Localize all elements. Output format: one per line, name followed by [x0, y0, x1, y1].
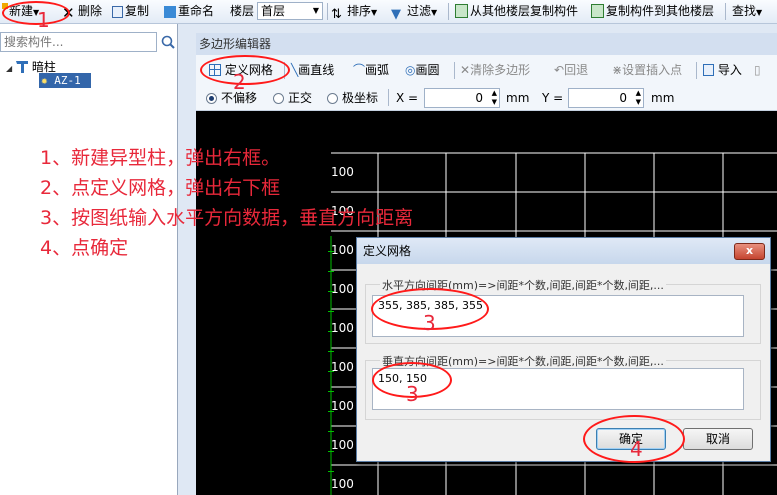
tree-node-az1[interactable]: ✹ AZ-1 — [39, 73, 91, 88]
rename-icon — [164, 6, 176, 18]
grid-label: 100 — [331, 360, 354, 374]
annotation-number: 3 — [423, 311, 436, 335]
copy-from-floor-button[interactable]: 从其他楼层复制构件 — [455, 0, 578, 23]
x-label: X = — [396, 91, 419, 105]
clear-polygon-button[interactable]: ✕清除多边形 — [460, 55, 530, 85]
annotation-step-2: 2、点定义网格，弹出右下框 — [40, 177, 281, 199]
search-input[interactable]: 搜索构件... — [0, 32, 157, 52]
annotation-step-3: 3、按图纸输入水平方向数据，垂直方向距离 — [40, 207, 414, 229]
grid-label: 100 — [331, 165, 354, 179]
separator — [327, 3, 328, 20]
grid-label: 100 — [331, 282, 354, 296]
x-input[interactable]: 0 ▲ ▼ — [424, 88, 500, 108]
filter-button[interactable]: ▼ 过滤▼ — [391, 0, 437, 23]
y-unit: mm — [651, 91, 675, 105]
import-icon — [703, 64, 714, 76]
copy-to-floor-icon — [591, 4, 604, 18]
separator — [448, 3, 449, 20]
y-input[interactable]: 0 ▲ ▼ — [568, 88, 644, 108]
import-button[interactable]: 导入 — [703, 55, 742, 85]
chevron-down-icon: ▼ — [312, 6, 319, 15]
separator — [454, 62, 455, 79]
annotation-number: 3 — [406, 382, 419, 406]
annotation-number: 4 — [630, 437, 643, 461]
main-toolbar: 新建▼ ✕ 删除 复制 重命名 楼层 首层 ▼ ⇅ 排序▼ ▼ 过滤▼ 从其他楼层复制构… — [0, 0, 777, 24]
no-offset-radio[interactable]: 不偏移 — [206, 85, 257, 111]
separator — [696, 62, 697, 79]
spinner-icon: ▲ ▼ — [491, 89, 497, 106]
grid-label: 100 — [331, 243, 354, 257]
highlight-ellipse — [2, 1, 70, 25]
orthogonal-radio[interactable]: 正交 — [273, 85, 312, 111]
search-icon — [161, 35, 175, 49]
arc-icon: ⌒ — [353, 63, 366, 77]
editor-title: 多边形编辑器 — [196, 33, 777, 55]
grid-label: 100 — [331, 399, 354, 413]
polar-radio[interactable]: 极坐标 — [327, 85, 378, 111]
separator — [725, 3, 726, 20]
collapse-icon: ◢ — [6, 64, 13, 73]
rename-button[interactable]: 重命名 — [164, 0, 214, 23]
export-icon[interactable]: ▯ — [754, 55, 761, 85]
define-grid-dialog: 定义网格 x 水平方向间距(mm)=>间距*个数,间距,间距*个数,间距,...… — [356, 237, 771, 462]
annotation-number: 2 — [233, 70, 246, 94]
dialog-title: 定义网格 — [357, 238, 770, 264]
filter-icon: ▼ — [391, 7, 401, 22]
copy-icon — [112, 6, 123, 18]
annotation-number: 1 — [37, 8, 50, 32]
radio-icon — [327, 93, 338, 104]
set-insert-point-button[interactable]: ⋇设置插入点 — [612, 55, 682, 85]
copy-to-floor-button[interactable]: 复制构件到其他楼层 — [591, 0, 714, 23]
spinner-icon: ▲ ▼ — [635, 89, 641, 106]
y-label: Y = — [542, 91, 564, 105]
gear-icon: ✹ — [41, 74, 48, 87]
draw-arc-button[interactable]: ⌒画弧 — [353, 55, 389, 85]
close-button[interactable]: x — [734, 243, 765, 260]
tree-node-label: AZ-1 — [54, 74, 81, 87]
chevron-down-icon: ▼ — [756, 8, 763, 17]
panel-splitter[interactable] — [179, 24, 196, 495]
insert-point-icon: ⋇ — [612, 63, 623, 77]
chevron-down-icon: ▼ — [431, 8, 438, 17]
draw-circle-button[interactable]: ◎画圆 — [405, 55, 440, 85]
grid-label: 100 — [331, 321, 354, 335]
separator — [388, 89, 389, 106]
chevron-down-icon: ▼ — [371, 8, 378, 17]
sort-button[interactable]: ⇅ 排序▼ — [331, 0, 377, 23]
radio-icon — [273, 93, 284, 104]
column-icon — [15, 61, 28, 73]
radio-icon — [206, 93, 217, 104]
grid-label: 100 — [331, 438, 354, 452]
x-unit: mm — [506, 91, 530, 105]
annotation-step-1: 1、新建异型柱，弹出右框。 — [40, 147, 281, 169]
cancel-button[interactable]: 取消 — [683, 428, 753, 450]
clear-icon: ✕ — [460, 63, 471, 77]
floor-label: 楼层 — [230, 4, 255, 18]
annotation-step-4: 4、点确定 — [40, 237, 129, 259]
tree-node-label: 暗柱 — [31, 60, 56, 74]
editor-options: 不偏移 正交 极坐标 X = 0 ▲ ▼ mm Y = 0 ▲ ▼ mm — [196, 85, 777, 111]
find-button[interactable]: 查找▼ — [732, 0, 762, 23]
draw-line-button[interactable]: ╲画直线 — [291, 55, 334, 85]
grid-label: 100 — [331, 477, 354, 491]
copy-button[interactable]: 复制 — [112, 0, 149, 23]
copy-from-floor-icon — [455, 4, 468, 18]
floor-select[interactable]: 首层 ▼ — [257, 2, 323, 20]
search-button[interactable] — [159, 32, 177, 52]
undo-button[interactable]: ↶回退 — [554, 55, 588, 85]
circle-icon: ◎ — [405, 63, 416, 77]
sort-icon: ⇅ — [331, 7, 342, 22]
undo-icon: ↶ — [554, 63, 565, 77]
